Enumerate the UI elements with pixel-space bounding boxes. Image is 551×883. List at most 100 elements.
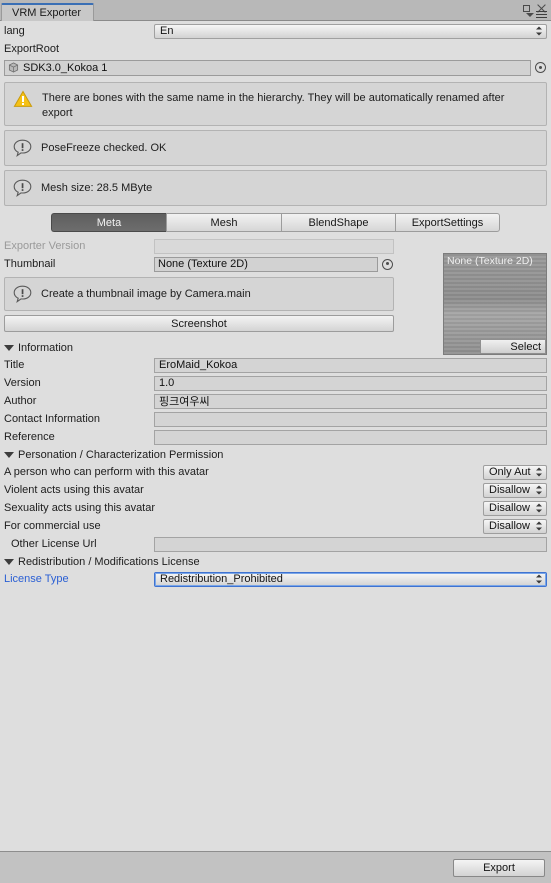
permission-section-title: Personation / Characterization Permissio… — [18, 448, 224, 461]
commercial-use-dropdown[interactable]: Disallow — [483, 518, 547, 534]
info-icon — [13, 139, 32, 157]
permission-foldout[interactable]: Personation / Characterization Permissio… — [4, 446, 547, 463]
lang-label: lang — [4, 25, 25, 37]
thumbnail-object-field[interactable]: None (Texture 2D) — [154, 256, 378, 272]
violent-acts-value: Disallow — [489, 484, 530, 496]
chevron-down-icon — [4, 451, 14, 458]
updown-arrows-icon — [536, 521, 543, 532]
warning-icon — [13, 90, 33, 108]
sexuality-acts-dropdown[interactable]: Disallow — [483, 500, 547, 516]
thumbnail-object-picker-icon[interactable] — [381, 258, 394, 271]
exporter-version-label: Exporter Version — [4, 240, 86, 252]
export-button[interactable]: Export — [453, 858, 545, 877]
window-body: lang En ExportRoot SDK3.0_Kokoa 1 There … — [0, 21, 551, 851]
updown-arrows-icon — [536, 503, 543, 514]
export-button-label: Export — [483, 861, 515, 874]
thumbnail-row: Thumbnail None (Texture 2D) — [4, 255, 394, 273]
title-row: Title EroMaid_Kokoa — [4, 356, 547, 374]
other-license-url-label: Other License Url — [11, 538, 97, 550]
window-menu-controls — [526, 11, 547, 19]
thumbnail-value: None (Texture 2D) — [158, 258, 248, 270]
prefab-cube-icon — [8, 62, 19, 73]
title-input[interactable]: EroMaid_Kokoa — [154, 357, 547, 373]
information-section-title: Information — [18, 341, 74, 354]
version-label: Version — [4, 377, 41, 389]
sexuality-acts-value: Disallow — [489, 502, 530, 514]
redistribution-section-title: Redistribution / Modifications License — [18, 555, 200, 568]
license-type-label: License Type — [4, 573, 69, 585]
thumbnail-select-label: Select — [510, 340, 541, 353]
license-type-value: Redistribution_Prohibited — [160, 573, 283, 585]
other-license-url-input[interactable] — [154, 536, 547, 552]
version-row: Version 1.0 — [4, 374, 547, 392]
thumbnail-preview: None (Texture 2D) Select — [443, 253, 547, 355]
reference-label: Reference — [4, 431, 55, 443]
exporter-version-field — [154, 238, 394, 254]
message-text: Mesh size: 28.5 MByte — [41, 182, 153, 195]
window-tab-vrm-exporter[interactable]: VRM Exporter — [1, 3, 95, 21]
tab-blendshape[interactable]: BlendShape — [281, 213, 395, 232]
message-box-warning: There are bones with the same name in th… — [4, 82, 547, 126]
tab-mesh[interactable]: Mesh — [166, 213, 281, 232]
updown-arrows-icon — [536, 574, 543, 585]
contact-information-input[interactable] — [154, 411, 547, 427]
tab-meta[interactable]: Meta — [51, 213, 166, 232]
thumbnail-preview-box[interactable]: None (Texture 2D) Select — [443, 253, 547, 355]
title-label: Title — [4, 359, 25, 371]
tab-mesh-label: Mesh — [210, 216, 238, 229]
sexuality-acts-row: Sexuality acts using this avatar Disallo… — [4, 499, 547, 517]
tab-exportsettings[interactable]: ExportSettings — [395, 213, 500, 232]
commercial-use-label: For commercial use — [4, 520, 101, 532]
lang-row: lang En — [4, 22, 547, 40]
export-root-label-row: ExportRoot — [4, 40, 547, 58]
meta-left-column: Exporter Version Thumbnail None (Texture… — [4, 237, 394, 332]
lang-dropdown[interactable]: En — [154, 23, 547, 39]
reference-input[interactable] — [154, 429, 547, 445]
sexuality-acts-label: Sexuality acts using this avatar — [4, 502, 156, 514]
hamburger-menu-icon[interactable] — [536, 11, 547, 19]
window-tab-label: VRM Exporter — [12, 7, 82, 19]
license-type-dropdown[interactable]: Redistribution_Prohibited — [154, 571, 547, 587]
violent-acts-dropdown[interactable]: Disallow — [483, 482, 547, 498]
thumbnail-preview-label: None (Texture 2D) — [447, 255, 533, 267]
updown-arrows-icon — [536, 467, 543, 478]
tab-meta-label: Meta — [96, 216, 122, 229]
perform-permission-dropdown[interactable]: Only Aut — [483, 464, 547, 480]
object-picker-icon[interactable] — [534, 61, 547, 74]
violent-acts-row: Violent acts using this avatar Disallow — [4, 481, 547, 499]
window-footer: Export — [0, 851, 551, 883]
message-box-meshsize: Mesh size: 28.5 MByte — [4, 170, 547, 206]
tab-exportsettings-label: ExportSettings — [411, 216, 484, 229]
contact-information-label: Contact Information — [4, 413, 100, 425]
chevron-down-icon — [4, 344, 14, 351]
export-root-value: SDK3.0_Kokoa 1 — [23, 61, 108, 74]
contact-information-row: Contact Information — [4, 410, 547, 428]
author-row: Author 핑크여우씨 — [4, 392, 547, 410]
thumbnail-select-button[interactable]: Select — [480, 339, 546, 354]
info-icon — [13, 285, 32, 303]
version-value: 1.0 — [159, 377, 175, 389]
redistribution-foldout[interactable]: Redistribution / Modifications License — [4, 553, 547, 570]
info-icon — [13, 179, 32, 197]
other-license-url-row: Other License Url — [4, 535, 547, 553]
export-root-row: SDK3.0_Kokoa 1 — [4, 58, 547, 77]
author-input[interactable]: 핑크여우씨 — [154, 393, 547, 409]
chevron-down-icon[interactable] — [526, 13, 534, 17]
exporter-version-row: Exporter Version — [4, 237, 394, 255]
title-value: EroMaid_Kokoa — [159, 359, 238, 371]
chevron-down-icon — [4, 558, 14, 565]
updown-arrows-icon — [536, 26, 543, 37]
reference-row: Reference — [4, 428, 547, 446]
meta-tabbar: Meta Mesh BlendShape ExportSettings — [4, 213, 547, 232]
thumbnail-hint-text: Create a thumbnail image by Camera.main — [41, 288, 251, 301]
author-label: Author — [4, 395, 37, 407]
version-input[interactable]: 1.0 — [154, 375, 547, 391]
commercial-use-row: For commercial use Disallow — [4, 517, 547, 535]
vrm-exporter-window: VRM Exporter lang En ExportRoot SDK3.0_K… — [0, 0, 551, 883]
thumbnail-hint-box: Create a thumbnail image by Camera.main — [4, 277, 394, 311]
export-root-label: ExportRoot — [4, 43, 60, 55]
export-root-object-field[interactable]: SDK3.0_Kokoa 1 — [4, 59, 531, 76]
license-type-row: License Type Redistribution_Prohibited — [4, 570, 547, 588]
screenshot-button[interactable]: Screenshot — [4, 315, 394, 332]
message-text: PoseFreeze checked. OK — [41, 142, 167, 155]
